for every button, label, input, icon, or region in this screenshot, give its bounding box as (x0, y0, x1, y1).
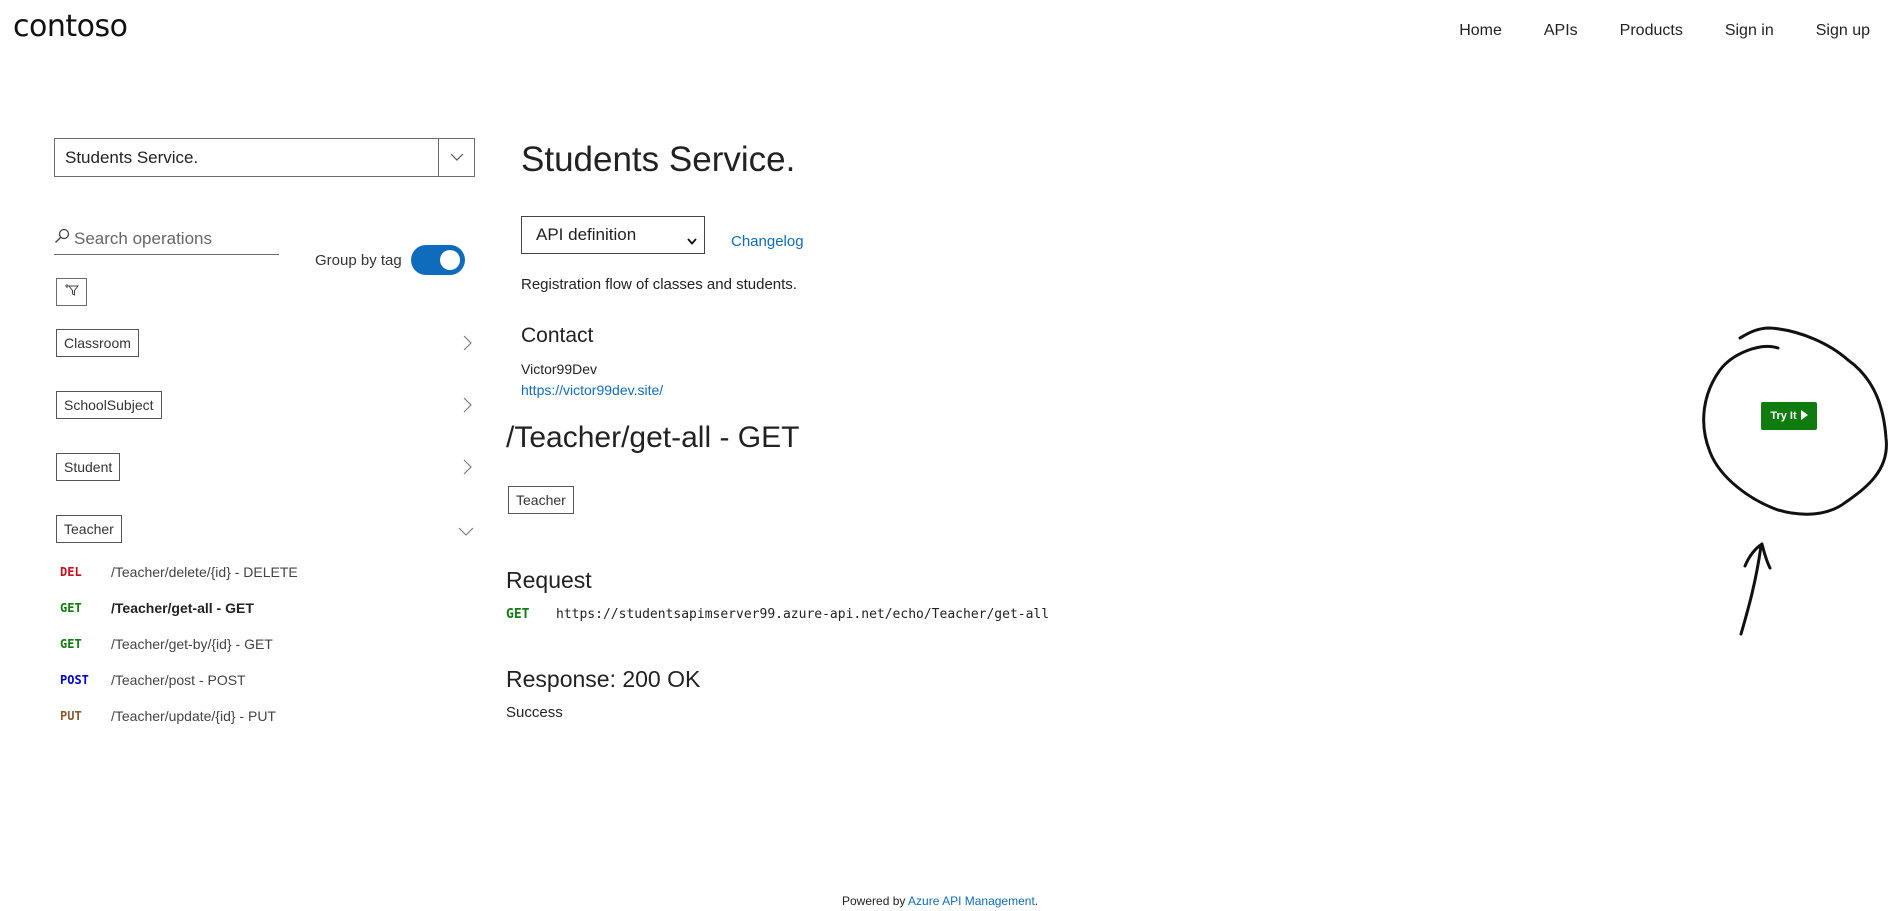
operation-item[interactable]: DEL /Teacher/delete/{id} - DELETE (60, 562, 298, 582)
method-badge: DEL (60, 565, 82, 579)
request-line: GET https://studentsapimserver99.azure-a… (506, 607, 1049, 622)
method-badge: PUT (60, 709, 82, 723)
operation-item-selected[interactable]: GET /Teacher/get-all - GET (60, 598, 254, 618)
annotation-arrow (1739, 544, 1763, 636)
operation-label: /Teacher/get-by/{id} - GET (111, 636, 273, 652)
filter-icon (64, 283, 80, 302)
chevron-down-icon[interactable] (438, 139, 474, 176)
operation-tag[interactable]: Teacher (508, 486, 574, 514)
page-title: Students Service. (521, 140, 796, 179)
operation-label: /Teacher/delete/{id} - DELETE (111, 564, 298, 580)
group-by-tag-label: Group by tag (315, 252, 402, 269)
tag-group-teacher[interactable]: Teacher (56, 515, 476, 545)
method-badge: GET (60, 637, 82, 651)
api-selector-value: Students Service. (65, 148, 199, 167)
api-description: Registration flow of classes and student… (521, 276, 797, 293)
operation-label: /Teacher/update/{id} - PUT (111, 708, 276, 724)
nav-apis[interactable]: APIs (1544, 22, 1578, 40)
operation-title: /Teacher/get-all - GET (506, 421, 800, 454)
request-heading: Request (506, 567, 592, 593)
method-badge: GET (60, 601, 82, 615)
chevron-right-icon (463, 459, 472, 480)
operation-item[interactable]: POST /Teacher/post - POST (60, 670, 246, 690)
play-icon (1800, 409, 1808, 423)
tag-label: SchoolSubject (56, 391, 162, 419)
request-method: GET (506, 607, 530, 622)
tag-label: Student (56, 453, 121, 481)
toggle-knob (440, 250, 460, 270)
response-description: Success (506, 704, 563, 721)
definition-select[interactable]: API definition (521, 216, 705, 254)
contact-name: Victor99Dev (521, 361, 598, 377)
chevron-down-icon (458, 523, 474, 541)
operation-item[interactable]: GET /Teacher/get-by/{id} - GET (60, 634, 273, 654)
tag-label: Classroom (56, 329, 139, 357)
method-badge: POST (60, 673, 89, 687)
tag-group-classroom[interactable]: Classroom (56, 329, 476, 359)
operation-item[interactable]: PUT /Teacher/update/{id} - PUT (60, 706, 276, 726)
contact-heading: Contact (521, 324, 594, 347)
nav-home[interactable]: Home (1459, 22, 1502, 40)
logo[interactable]: contoso (13, 9, 128, 44)
tag-group-student[interactable]: Student (56, 453, 476, 483)
definition-select-value: API definition (536, 225, 637, 244)
top-nav: Home APIs Products Sign in Sign up (1459, 22, 1870, 40)
footer-link[interactable]: Azure API Management (908, 894, 1035, 908)
nav-sign-up[interactable]: Sign up (1816, 22, 1870, 40)
request-url: https://studentsapimserver99.azure-api.n… (556, 607, 1050, 622)
tag-group-schoolsubject[interactable]: SchoolSubject (56, 391, 476, 421)
chevron-right-icon (463, 335, 472, 356)
response-heading: Response: 200 OK (506, 666, 701, 692)
search-operations (54, 223, 279, 255)
changelog-link[interactable]: Changelog (731, 233, 804, 250)
operation-label: /Teacher/post - POST (111, 672, 246, 688)
contact-url-link[interactable]: https://victor99dev.site/ (521, 382, 663, 398)
nav-products[interactable]: Products (1620, 22, 1683, 40)
hand-drawn-annotation (1702, 326, 1888, 636)
tag-label: Teacher (56, 515, 122, 543)
chevron-down-icon (687, 230, 697, 250)
footer-suffix: . (1034, 894, 1039, 908)
search-input[interactable] (74, 228, 264, 249)
nav-sign-in[interactable]: Sign in (1725, 22, 1774, 40)
operation-label: /Teacher/get-all - GET (111, 600, 254, 616)
try-it-label: Try It (1770, 410, 1797, 422)
try-it-button[interactable]: Try It (1761, 402, 1817, 430)
footer: Powered by Azure API Management. (842, 894, 1038, 908)
api-selector[interactable]: Students Service. (54, 138, 475, 177)
footer-prefix: Powered by (842, 894, 909, 908)
chevron-right-icon (463, 397, 472, 418)
filter-button[interactable] (56, 278, 87, 306)
group-by-tag-toggle[interactable] (411, 245, 465, 275)
search-icon (54, 228, 70, 249)
